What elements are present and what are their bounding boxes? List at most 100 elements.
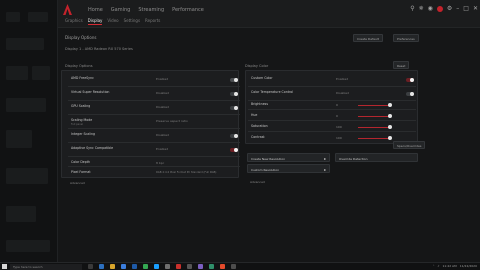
slider-value: 0: [336, 103, 338, 107]
nav-performance[interactable]: Performance: [172, 7, 204, 13]
setting-label: AMD FreeSync: [71, 76, 94, 80]
specs-overrides-button[interactable]: Specs/Overrides: [393, 141, 426, 149]
notification-icon[interactable]: [436, 6, 443, 12]
system-tray: ˄ ♪ 11:42 AM 11/22/2020: [433, 264, 477, 268]
ghost-tile: [6, 38, 44, 50]
scaling-mode-select[interactable]: Preserve aspect ratio: [156, 119, 188, 123]
close-icon[interactable]: ✕: [473, 6, 478, 12]
hue-knob[interactable]: [388, 114, 392, 118]
ghost-tile: [6, 12, 20, 22]
custom-color-toggle[interactable]: [406, 78, 414, 82]
search-icon[interactable]: ⚲: [410, 6, 414, 12]
color-temp-toggle[interactable]: [406, 92, 414, 96]
trash-icon[interactable]: ∎: [323, 156, 326, 161]
store-icon[interactable]: [121, 264, 126, 269]
chrome-icon[interactable]: [143, 264, 148, 269]
setting-row[interactable]: Scaling Mode Full panel Preserve aspect …: [68, 115, 240, 129]
ghost-tile: [6, 206, 36, 222]
color-depth-select[interactable]: 8 bpc: [156, 161, 164, 165]
display-color-panel: Custom Color Enabled Color Temperature C…: [245, 70, 418, 144]
contrast-slider[interactable]: [358, 138, 390, 139]
nav-streaming[interactable]: Streaming: [138, 7, 164, 13]
create-resolution-button[interactable]: Create New Resolution ∎: [247, 153, 330, 162]
setting-row[interactable]: Integer Scaling Disabled: [68, 129, 240, 143]
setting-row[interactable]: Color Depth 8 bpc: [68, 157, 240, 167]
custom-resolution-label: Custom Resolution: [251, 168, 280, 172]
setting-row[interactable]: GPU Scaling Disabled: [68, 101, 240, 115]
setting-value: Enabled: [336, 77, 349, 81]
tab-video[interactable]: Video: [107, 18, 118, 25]
volume-icon[interactable]: ♪: [438, 264, 440, 268]
ghost-tile: [6, 168, 48, 184]
hue-slider[interactable]: [358, 116, 390, 117]
clock-date[interactable]: 11/22/2020: [460, 264, 477, 268]
setting-value: Enabled: [156, 77, 169, 81]
pixel-format-select[interactable]: RGB 4:4:4 Pixel Format PC Standard (Full…: [156, 171, 216, 174]
preferences-button[interactable]: Preferences: [393, 34, 419, 42]
taskbar: Type here to search ˄ ♪ 11:42 AM 11/22/2…: [0, 262, 480, 270]
setting-row[interactable]: Custom Color Enabled: [248, 73, 416, 87]
radeon-icon[interactable]: [176, 264, 181, 269]
custom-resolution-button[interactable]: Custom Resolution ∎: [247, 164, 330, 173]
freesync-toggle[interactable]: [230, 78, 238, 82]
slider-row[interactable]: Saturation 100: [248, 121, 416, 132]
slider-row[interactable]: Brightness 0: [248, 99, 416, 110]
setting-row[interactable]: AMD FreeSync Enabled: [68, 73, 240, 87]
contrast-knob[interactable]: [388, 136, 392, 140]
app-icon[interactable]: [198, 264, 203, 269]
setting-row[interactable]: Pixel Format RGB 4:4:4 Pixel Format PC S…: [68, 167, 240, 177]
slider-value: 100: [336, 136, 342, 140]
nav-home[interactable]: Home: [88, 7, 103, 13]
bell-icon[interactable]: ◉: [428, 6, 433, 12]
task-view-icon[interactable]: [88, 264, 93, 269]
app-icon[interactable]: [187, 264, 192, 269]
setting-row[interactable]: Virtual Super Resolution Disabled: [68, 87, 240, 101]
gear-icon[interactable]: ⚙: [447, 6, 452, 12]
reset-button[interactable]: Reset: [393, 61, 410, 69]
adaptive-sync-toggle[interactable]: [230, 148, 238, 152]
saturation-knob[interactable]: [388, 125, 392, 129]
integer-scaling-toggle[interactable]: [230, 134, 238, 138]
folder-icon[interactable]: [110, 264, 115, 269]
override-detection-panel[interactable]: Override Detection: [335, 153, 418, 162]
desktop-screen: Home Gaming Streaming Performance Graphi…: [0, 0, 480, 270]
bug-icon[interactable]: ✵: [419, 6, 424, 12]
chevron-up-icon[interactable]: ˄: [433, 264, 435, 268]
ghost-tile: [6, 98, 46, 112]
create-default-button[interactable]: Create Default: [353, 34, 383, 42]
setting-label: Pixel Format: [71, 170, 91, 174]
setting-row[interactable]: Adaptive Sync Compatible Enabled: [68, 143, 240, 157]
gpu-scaling-toggle[interactable]: [230, 106, 238, 110]
tab-display[interactable]: Display: [87, 18, 103, 25]
app-icon[interactable]: [220, 264, 225, 269]
maximize-icon[interactable]: □: [463, 6, 469, 12]
clock-time[interactable]: 11:42 AM: [442, 264, 456, 268]
brightness-knob[interactable]: [388, 103, 392, 107]
steam-icon[interactable]: [154, 264, 159, 269]
tab-reports[interactable]: Reports: [145, 18, 160, 25]
tab-graphics[interactable]: Graphics: [65, 18, 83, 25]
slider-label: Saturation: [251, 124, 268, 128]
vsr-toggle[interactable]: [230, 92, 238, 96]
edge-icon[interactable]: [99, 264, 104, 269]
advanced-link[interactable]: Advanced: [70, 181, 85, 185]
tab-settings[interactable]: Settings: [124, 18, 140, 25]
display-options-label: Display Options: [65, 64, 93, 68]
taskbar-search-input[interactable]: Type here to search: [10, 264, 82, 270]
mail-icon[interactable]: [132, 264, 137, 269]
minimize-icon[interactable]: –: [456, 6, 459, 12]
background-window: [0, 0, 58, 262]
app-icon[interactable]: [165, 264, 170, 269]
slider-row[interactable]: Contrast 100: [248, 132, 416, 143]
saturation-slider[interactable]: [358, 127, 390, 128]
app-icon[interactable]: [231, 264, 236, 269]
trash-icon[interactable]: ∎: [323, 167, 326, 172]
advanced-resolution-link[interactable]: Advanced: [250, 180, 265, 184]
nav-gaming[interactable]: Gaming: [111, 7, 131, 13]
windows-start-icon[interactable]: [2, 264, 7, 269]
brightness-slider[interactable]: [358, 105, 390, 106]
setting-label: GPU Scaling: [71, 104, 91, 108]
radeon-settings-window: Home Gaming Streaming Performance Graphi…: [57, 0, 480, 262]
slider-row[interactable]: Hue 0: [248, 110, 416, 121]
app-icon[interactable]: [209, 264, 214, 269]
